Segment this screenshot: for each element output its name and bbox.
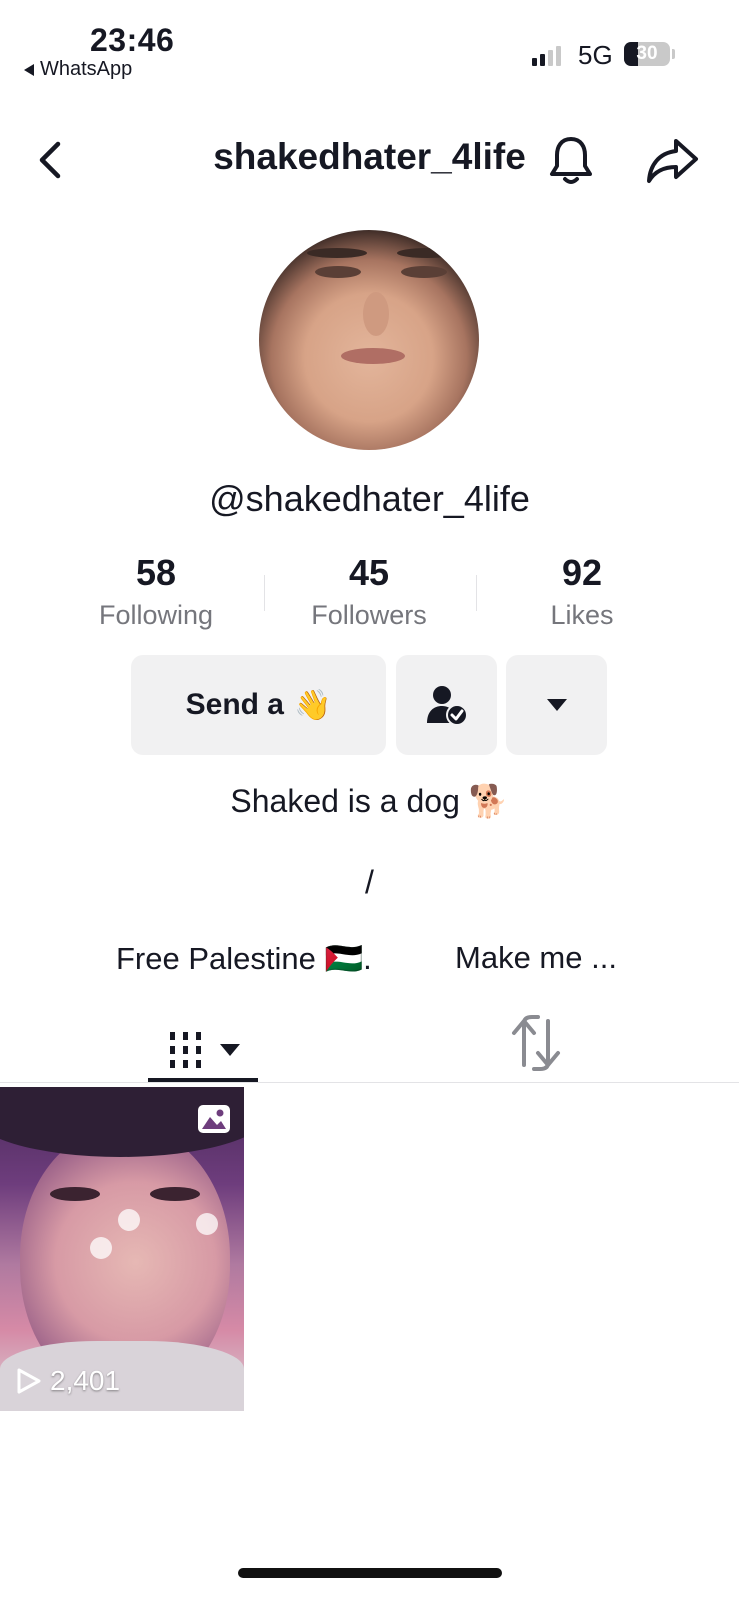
wave-emoji: 👋 [294, 688, 332, 722]
tab-videos[interactable] [148, 1015, 260, 1085]
thumbnail-eye [50, 1187, 100, 1201]
share-button[interactable] [644, 135, 700, 187]
page-title: shakedhater_4life [213, 136, 526, 177]
stat-label: Following [98, 600, 214, 630]
stat-value: 45 [348, 552, 390, 593]
stat-divider [264, 575, 265, 611]
battery-icon: 30 [624, 42, 670, 66]
avatar-brow [397, 248, 457, 258]
profile-handle: @shakedhater_4life [209, 478, 530, 519]
cellular-signal-icon [532, 46, 561, 66]
avatar-brow [307, 248, 367, 258]
status-time: 23:46 [90, 22, 175, 58]
caret-down-icon [546, 699, 567, 711]
stat-label: Likes [550, 600, 614, 630]
thumbnail-eye [150, 1187, 200, 1201]
network-type: 5G [578, 40, 613, 70]
send-wave-label: Send a [185, 688, 284, 721]
send-wave-button[interactable]: Send a 👋 [131, 655, 386, 755]
tabs-divider [0, 1082, 739, 1083]
stat-divider [476, 575, 477, 611]
stat-value: 58 [135, 552, 177, 593]
photo-post-icon [198, 1105, 230, 1133]
avatar[interactable] [259, 230, 479, 450]
back-triangle-icon [24, 63, 34, 76]
stat-followers[interactable]: 45 Followers [269, 552, 469, 631]
video-thumbnail[interactable]: 2,401 [0, 1087, 244, 1411]
play-icon [17, 1368, 41, 1394]
stat-value: 92 [561, 552, 603, 593]
thumbnail-sparkle [118, 1209, 140, 1231]
stat-following[interactable]: 58 Following [56, 552, 256, 631]
notification-bell-button[interactable] [546, 133, 596, 187]
profile-link[interactable]: Free Palestine 🇵🇸. [116, 940, 372, 977]
back-app-label: WhatsApp [40, 58, 133, 80]
battery-percent: 30 [636, 43, 658, 64]
stat-likes[interactable]: 92 Likes [482, 552, 682, 631]
grid-icon [170, 1032, 201, 1068]
following-status-button[interactable] [396, 655, 497, 755]
bell-icon [550, 137, 592, 184]
view-count: 2,401 [16, 1365, 120, 1397]
avatar-nose [363, 292, 389, 336]
avatar-mouth [341, 348, 405, 364]
more-options-button[interactable] [506, 655, 607, 755]
tab-reposts[interactable] [508, 1013, 564, 1073]
thumbnail-sparkle [196, 1213, 218, 1235]
bio-line: Shaked is a dog 🐕 [230, 783, 509, 819]
thumbnail-sparkle [90, 1237, 112, 1259]
battery-tip [672, 49, 675, 59]
profile-link[interactable]: Make me ... [455, 940, 617, 976]
back-to-app-link[interactable]: WhatsApp [24, 58, 132, 81]
caret-down-icon [220, 1044, 240, 1056]
stat-label: Followers [311, 600, 427, 630]
share-icon [647, 139, 698, 183]
repost-icon [512, 1015, 560, 1071]
bio-line: / [365, 864, 374, 900]
avatar-eye [315, 266, 361, 278]
avatar-eye [401, 266, 447, 278]
view-count-value: 2,401 [50, 1365, 121, 1396]
home-indicator[interactable] [238, 1568, 502, 1578]
user-check-icon [426, 686, 468, 726]
